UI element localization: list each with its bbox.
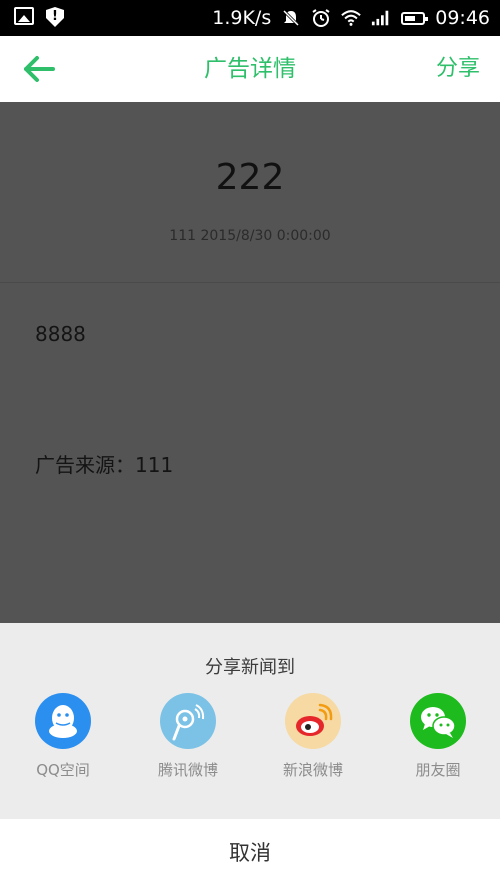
article-content: 222 111 2015/8/30 0:00:00 8888 广告来源：111 — [0, 102, 500, 623]
back-arrow-icon[interactable] — [22, 52, 58, 86]
article-meta: 111 2015/8/30 0:00:00 — [169, 228, 331, 244]
status-bar: ! 1.9K/s 09:46 — [0, 0, 500, 36]
article-body: 8888 — [35, 322, 86, 346]
shield-icon: ! — [46, 7, 64, 27]
alarm-icon — [312, 9, 330, 27]
share-wechat-moments-button[interactable]: 朋友圈 — [383, 693, 493, 780]
battery-icon — [401, 11, 429, 25]
share-tencent-weibo-button[interactable]: 腾讯微博 — [133, 693, 243, 780]
share-sina-weibo-button[interactable]: 新浪微博 — [258, 693, 368, 780]
share-targets: QQ空间 腾讯微博 新浪微博 朋友圈 — [0, 693, 500, 803]
clock: 09:46 — [435, 7, 490, 29]
share-target-label: 腾讯微博 — [157, 761, 218, 779]
article-source: 广告来源：111 — [35, 453, 174, 477]
image-icon — [14, 7, 34, 25]
cancel-button[interactable]: 取消 — [0, 819, 500, 888]
share-sheet: 分享新闻到 QQ空间 腾讯微博 新浪微博 朋友圈 — [0, 623, 500, 819]
tencent-weibo-icon — [160, 693, 216, 749]
signal-icon — [372, 10, 389, 26]
wifi-icon — [341, 10, 361, 26]
article-title: 222 — [215, 157, 285, 198]
network-speed: 1.9K/s — [212, 7, 272, 29]
share-sheet-title: 分享新闻到 — [205, 657, 295, 678]
share-target-label: QQ空间 — [36, 761, 90, 779]
app-header: 广告详情 分享 — [0, 36, 500, 103]
wechat-moments-icon — [410, 693, 466, 749]
page-title: 广告详情 — [204, 56, 296, 82]
sina-weibo-icon — [285, 693, 341, 749]
share-target-label: 朋友圈 — [415, 761, 461, 779]
divider — [0, 282, 500, 283]
qzone-icon — [35, 693, 91, 749]
share-target-label: 新浪微博 — [282, 761, 343, 779]
share-qzone-button[interactable]: QQ空间 — [8, 693, 118, 780]
mute-icon — [283, 9, 300, 27]
share-button[interactable]: 分享 — [436, 36, 480, 102]
